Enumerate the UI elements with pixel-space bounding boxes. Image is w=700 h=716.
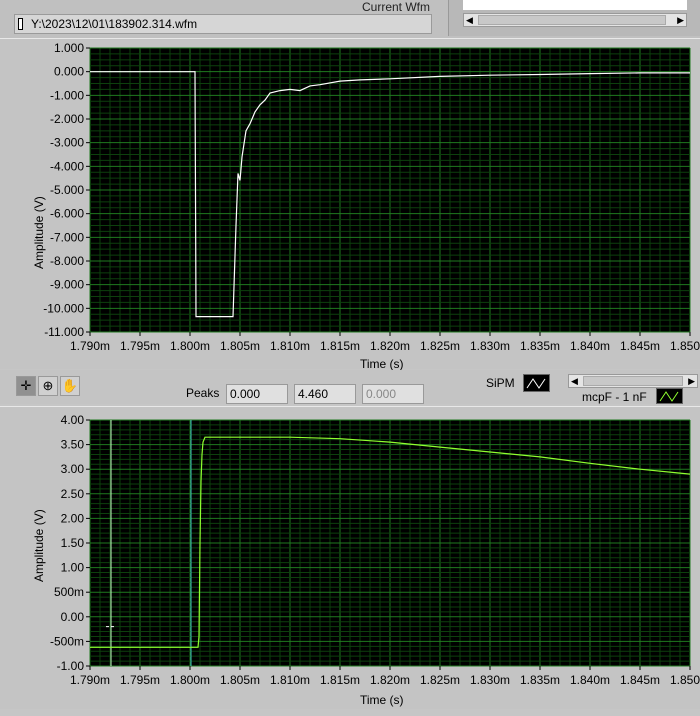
y-tick-label: 4.00 — [61, 413, 85, 427]
y-tick-label: -9.000 — [50, 278, 84, 292]
x-tick-label: 1.790m — [70, 339, 110, 353]
x-tick-label: 1.790m — [70, 673, 110, 687]
x-tick-label: 1.830m — [470, 673, 510, 687]
y-tick-label: -3.000 — [50, 136, 84, 150]
x-tick-label: 1.840m — [570, 339, 610, 353]
y-tick-label: 1.000 — [54, 41, 84, 55]
x-tick-label: 1.815m — [320, 339, 360, 353]
y-tick-label: 2.50 — [61, 487, 85, 501]
plots-layer: 1.790m 1.795m 1.800m 1.805m 1.810m 1.815m 1.82… — [43, 41, 700, 687]
y-tick-label: -7.000 — [50, 230, 84, 244]
y-tick-label: 500m — [54, 585, 84, 599]
x-tick-label: 1.835m — [520, 673, 560, 687]
y-tick-label: -1.00 — [57, 659, 85, 673]
x-tick-label: 1.840m — [570, 673, 610, 687]
x-tick-label: 1.805m — [220, 673, 260, 687]
y-tick-label: -10.000 — [43, 301, 84, 315]
y-tick-label: -11.000 — [44, 325, 84, 339]
y-tick-label: 1.50 — [61, 536, 85, 550]
x-tick-label: 1.835m — [520, 339, 560, 353]
y-tick-label: -500m — [50, 634, 84, 648]
y-tick-label: 3.50 — [61, 438, 85, 452]
x-tick-label: 1.825m — [420, 673, 460, 687]
y-tick-label: 2.00 — [61, 511, 85, 525]
y-tick-label: -5.000 — [50, 183, 84, 197]
y-tick-label: 0.00 — [61, 610, 85, 624]
y-tick-label: 3.00 — [61, 462, 85, 476]
y-tick-label: -1.000 — [50, 88, 84, 102]
y-tick-label: -2.000 — [50, 112, 84, 126]
y-tick-label: -6.000 — [50, 207, 84, 221]
x-tick-label: 1.795m — [120, 339, 160, 353]
x-tick-label: 1.800m — [170, 339, 210, 353]
y-tick-label: 0.000 — [54, 65, 84, 79]
x-tick-label: 1.830m — [470, 339, 510, 353]
x-tick-label: 1.800m — [170, 673, 210, 687]
x-tick-label: 1.850m — [670, 339, 700, 353]
x-tick-label: 1.825m — [420, 339, 460, 353]
x-tick-label: 1.810m — [270, 339, 310, 353]
y-tick-label: -8.000 — [50, 254, 84, 268]
x-tick-label: 1.820m — [370, 673, 410, 687]
y-tick-label: -4.000 — [50, 159, 84, 173]
x-tick-label: 1.845m — [620, 673, 660, 687]
x-tick-label: 1.820m — [370, 339, 410, 353]
y-tick-label: 1.00 — [61, 561, 85, 575]
x-tick-label: 1.845m — [620, 339, 660, 353]
x-tick-label: 1.850m — [670, 673, 700, 687]
x-tick-label: 1.815m — [320, 673, 360, 687]
x-tick-label: 1.795m — [120, 673, 160, 687]
x-tick-label: 1.810m — [270, 673, 310, 687]
x-tick-label: 1.805m — [220, 339, 260, 353]
